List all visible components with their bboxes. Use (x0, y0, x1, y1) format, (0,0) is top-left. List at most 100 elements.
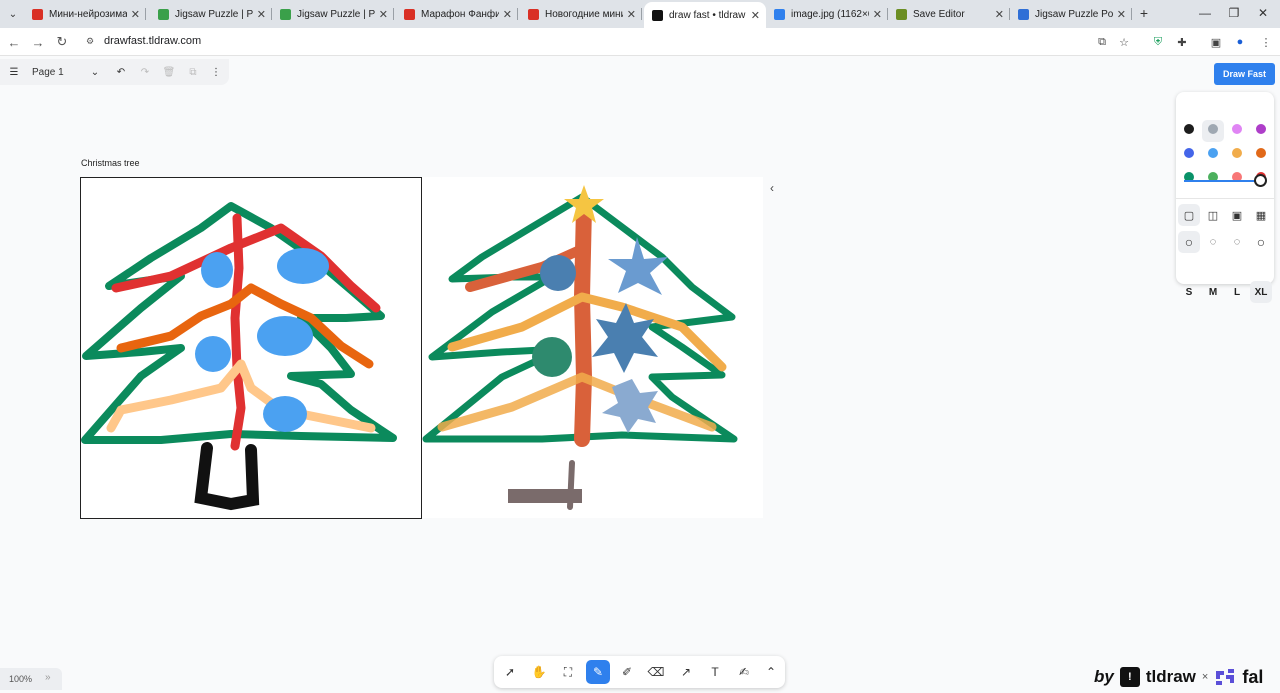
size-l-button[interactable]: L (1226, 281, 1248, 303)
browser-tab[interactable]: draw fast • tldraw ✕ (644, 2, 766, 28)
size-m-button[interactable]: M (1202, 281, 1224, 303)
arrow-tool-icon[interactable]: ↗ (674, 660, 698, 684)
forward-icon[interactable]: → (30, 34, 46, 50)
close-tab-icon[interactable]: ✕ (257, 8, 266, 21)
color-swatch[interactable] (1184, 124, 1194, 134)
tldraw-icon (652, 9, 663, 21)
text-tool-icon[interactable]: T (703, 660, 727, 684)
collapse-panel-chevron-icon[interactable]: ‹ (770, 181, 774, 195)
eraser-tool-icon[interactable]: ⌫ (644, 660, 668, 684)
select-tool-icon[interactable]: ➚ (498, 660, 522, 684)
generated-tree-picture (422, 185, 738, 510)
browser-tab[interactable]: image.jpg (1162×69 ✕ (766, 2, 888, 26)
opacity-slider-track[interactable] (1184, 180, 1260, 182)
fanfics-icon (404, 8, 415, 20)
puzzle-icon (1018, 8, 1029, 20)
tab-title: Марафон Фанфиков (421, 8, 499, 20)
fill-solid-icon[interactable]: ▣ (1226, 204, 1248, 226)
size-xl-button[interactable]: XL (1250, 281, 1272, 303)
dash-dashed-icon[interactable]: ◌ (1202, 231, 1224, 253)
page-dropdown-chevron-icon[interactable]: ⌄ (88, 64, 102, 80)
editor-icon (896, 8, 907, 20)
more-actions-icon[interactable]: ⋮ (208, 64, 224, 80)
draw-fast-button[interactable]: Draw Fast (1214, 63, 1275, 85)
frame-label[interactable]: Christmas tree (81, 158, 140, 168)
fill-none-icon[interactable]: ▢ (1178, 204, 1200, 226)
reload-icon[interactable]: ↻ (54, 34, 70, 50)
opacity-slider-handle[interactable] (1254, 174, 1267, 187)
browser-menu-icon[interactable]: ⋮ (1258, 34, 1274, 50)
puzzle-icon (280, 8, 291, 20)
dash-dotted-icon[interactable]: ◌ (1226, 231, 1248, 253)
close-tab-icon[interactable]: ✕ (873, 8, 882, 21)
zoom-level[interactable]: 100% (9, 674, 32, 684)
dash-draw-icon[interactable]: ○ (1178, 231, 1200, 253)
browser-tab-bar: ⌄ Мини-нейрозима <✕Jigsaw Puzzle | Polar… (0, 0, 1280, 28)
draw-tool-icon[interactable]: ✎ (586, 660, 610, 684)
tab-search-icon[interactable]: ⌄ (4, 5, 22, 23)
side-panel-icon[interactable]: ▣ (1208, 34, 1224, 50)
redo-icon[interactable]: ↷ (137, 64, 153, 80)
tldraw-canvas[interactable]: ☰ Page 1 ⌄ ↶ ↷ 🗑 ⧉ ⋮ Draw Fast ▢ ◫ ▣ ▦ ○… (0, 57, 1280, 693)
fill-semi-icon[interactable]: ◫ (1202, 204, 1224, 226)
url-field[interactable]: drawfast.tldraw.com (104, 35, 201, 47)
bookmark-star-icon[interactable]: ☆ (1116, 34, 1132, 50)
tab-title: Save Editor (913, 8, 965, 20)
new-tab-icon[interactable]: + (1136, 5, 1152, 21)
color-swatch[interactable] (1208, 148, 1218, 158)
color-swatch[interactable] (1256, 148, 1266, 158)
minimize-icon[interactable]: — (1198, 6, 1212, 20)
dash-solid-icon[interactable]: ○ (1250, 231, 1272, 253)
branding: by ! tldraw × fal (1094, 664, 1263, 690)
tab-title: Новогодние мини- (545, 8, 623, 20)
generated-image[interactable] (422, 177, 763, 518)
fill-pattern-icon[interactable]: ▦ (1250, 204, 1272, 226)
hand-tool-icon[interactable]: ✋ (527, 660, 551, 684)
frame-tool-icon[interactable]: ⛶ (556, 660, 580, 684)
main-menu-icon[interactable]: ☰ (6, 64, 22, 80)
delete-icon[interactable]: 🗑 (161, 64, 177, 80)
close-tab-icon[interactable]: ✕ (503, 8, 512, 21)
profile-avatar-icon[interactable]: ● (1232, 34, 1248, 50)
browser-tab[interactable]: Save Editor ✕ (888, 2, 1010, 26)
panel-divider (1176, 198, 1274, 199)
browser-tab[interactable]: Jigsaw Puzzle Polar E ✕ (1010, 2, 1132, 26)
translate-icon[interactable]: ⧉ (1094, 34, 1110, 50)
site-info-icon[interactable]: ⚙ (86, 36, 98, 48)
close-tab-icon[interactable]: ✕ (379, 8, 388, 21)
close-tab-icon[interactable]: ✕ (627, 8, 636, 21)
color-swatch[interactable] (1232, 148, 1242, 158)
close-tab-icon[interactable]: ✕ (995, 8, 1004, 21)
browser-tab[interactable]: Jigsaw Puzzle | Polar ✕ (272, 2, 394, 26)
shield-extension-icon[interactable]: ⛨ (1150, 34, 1166, 50)
highlight-tool-icon[interactable]: ✐ (615, 660, 639, 684)
restore-icon[interactable]: ❐ (1227, 6, 1241, 20)
back-icon[interactable]: ← (6, 34, 22, 50)
extensions-icon[interactable]: ✚ (1174, 34, 1190, 50)
more-tools-chevron-icon[interactable]: ⌃ (759, 660, 783, 684)
close-tab-icon[interactable]: ✕ (751, 9, 760, 22)
size-s-button[interactable]: S (1178, 281, 1200, 303)
branding-times: × (1201, 671, 1209, 683)
note-tool-icon[interactable]: ✍ (732, 660, 756, 684)
minimap-toggle-icon[interactable]: » (45, 672, 51, 683)
tab-title: Jigsaw Puzzle Polar E (1035, 8, 1113, 20)
style-panel: ▢ ◫ ▣ ▦ ○ ◌ ◌ ○ S M L XL (1176, 92, 1274, 303)
sketch-frame[interactable] (80, 177, 422, 519)
close-tab-icon[interactable]: ✕ (131, 8, 140, 21)
browser-tab[interactable]: Новогодние мини- ✕ (520, 2, 642, 26)
close-window-icon[interactable]: ✕ (1256, 6, 1270, 20)
browser-tab[interactable]: Jigsaw Puzzle | Polar ✕ (150, 2, 272, 26)
duplicate-icon[interactable]: ⧉ (185, 64, 201, 80)
close-tab-icon[interactable]: ✕ (1117, 8, 1126, 21)
color-swatch[interactable] (1232, 124, 1242, 134)
zoom-menu[interactable]: 100% » (0, 668, 62, 690)
tldraw-logo-icon: ! (1119, 667, 1140, 687)
undo-icon[interactable]: ↶ (113, 64, 129, 80)
color-swatch[interactable] (1184, 148, 1194, 158)
browser-tab[interactable]: Мини-нейрозима < ✕ (24, 2, 146, 26)
page-name[interactable]: Page 1 (32, 64, 64, 80)
color-swatch[interactable] (1208, 124, 1218, 134)
browser-tab[interactable]: Марафон Фанфиков ✕ (396, 2, 518, 26)
color-swatch[interactable] (1256, 124, 1266, 134)
